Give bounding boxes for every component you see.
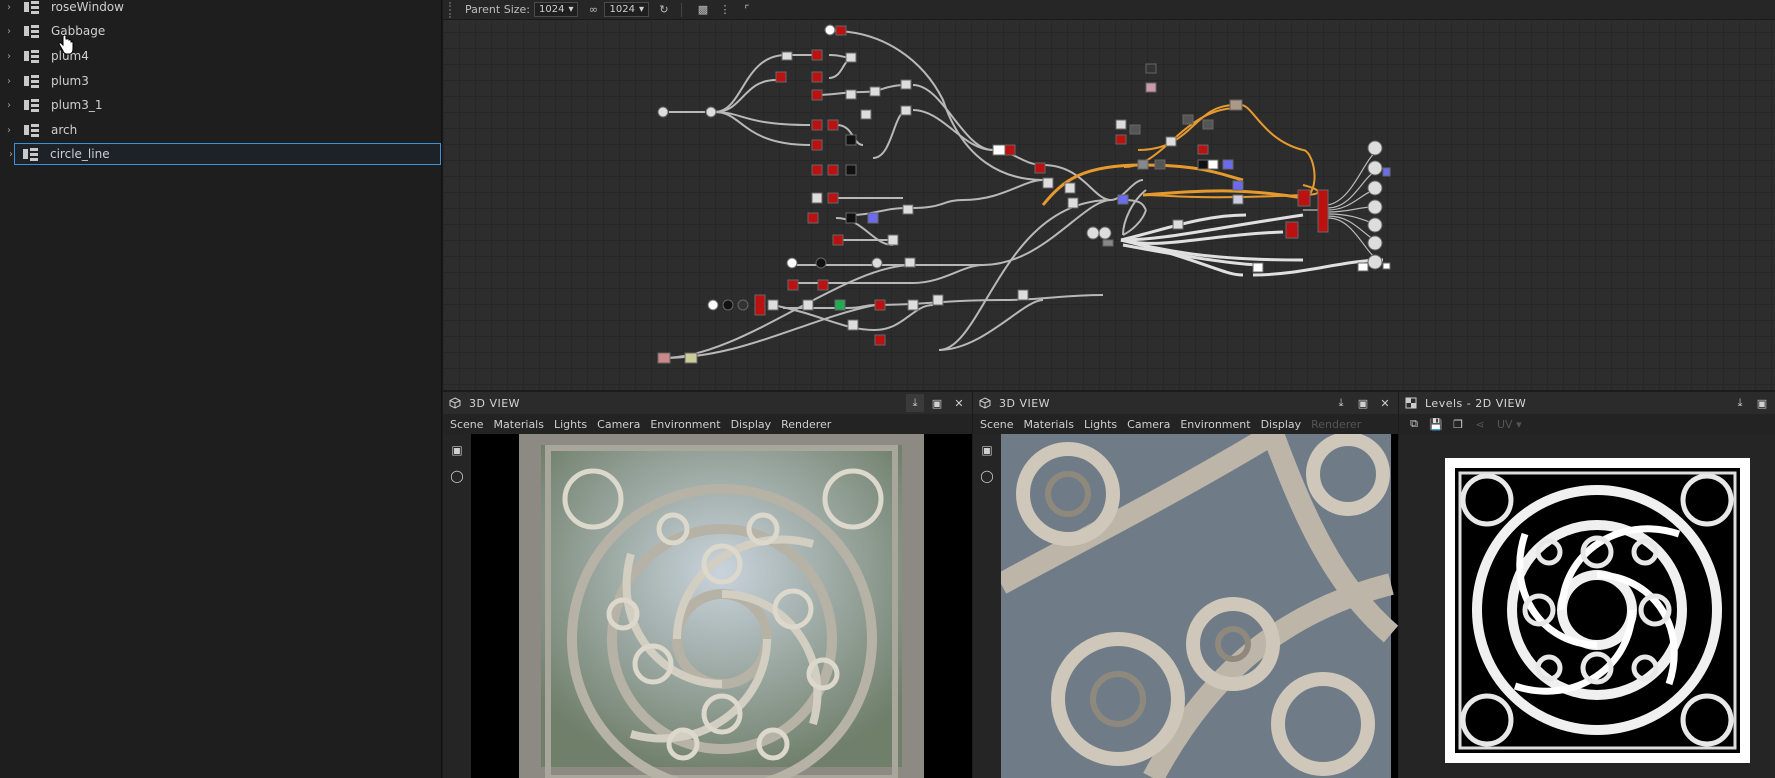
- view-side-toolbar: ▣ ◯: [443, 434, 471, 778]
- menu-camera[interactable]: Camera: [1127, 418, 1170, 431]
- parent-size-label: Parent Size:: [465, 3, 530, 16]
- checker-icon: [1405, 397, 1417, 409]
- graph-icon: [24, 123, 40, 137]
- graph-icon: [24, 74, 40, 88]
- export-icon[interactable]: ⧉: [1407, 417, 1421, 431]
- share-icon[interactable]: ⋖: [1473, 417, 1487, 431]
- align-vertical-icon[interactable]: ⋮: [718, 3, 732, 17]
- camera-icon[interactable]: ▣: [447, 440, 467, 460]
- toolbar-grip-icon[interactable]: [449, 1, 459, 18]
- menu-scene[interactable]: Scene: [980, 418, 1014, 431]
- light-bulb-icon[interactable]: ◯: [447, 466, 467, 486]
- pin-icon[interactable]: ⤓: [1332, 394, 1350, 412]
- 3d-view-panel-2: 3D VIEW ⤓ ▣ ✕ Scene Materials Lights Cam…: [973, 392, 1398, 778]
- menu-environment[interactable]: Environment: [1180, 418, 1250, 431]
- maximize-icon[interactable]: ▣: [1354, 394, 1372, 412]
- chevron-right-icon[interactable]: ›: [2, 51, 16, 62]
- graph-icon: [24, 0, 40, 14]
- panel-header: Levels - 2D VIEW ⤓ ▣: [1399, 392, 1775, 414]
- rose-window-closeup-render: [973, 434, 1398, 778]
- panel-header: 3D VIEW ⤓ ▣ ✕: [443, 392, 972, 414]
- pin-icon[interactable]: ⤓: [906, 394, 924, 412]
- chevron-right-icon[interactable]: ›: [2, 76, 16, 87]
- levels-texture-preview: [1445, 458, 1750, 763]
- parent-size-width-select[interactable]: 1024 ▾: [534, 2, 579, 17]
- 2d-view-panel: Levels - 2D VIEW ⤓ ▣ ⧉ 💾 ❐ ⋖ UV ▾: [1399, 392, 1775, 778]
- graph-editor[interactable]: Parent Size: 1024 ▾ ∞ 1024 ▾ ↻ ▩ ⋮ ⌜: [443, 0, 1775, 390]
- graph-toolbar: Parent Size: 1024 ▾ ∞ 1024 ▾ ↻ ▩ ⋮ ⌜: [443, 0, 1775, 20]
- panel-title: Levels - 2D VIEW: [1425, 396, 1527, 410]
- cube-icon: [979, 397, 991, 409]
- toolbar-separator: [680, 2, 682, 17]
- cube-icon: [449, 397, 461, 409]
- reset-icon[interactable]: ↻: [657, 3, 671, 17]
- light-bulb-icon[interactable]: ◯: [977, 466, 997, 486]
- tree-item-label: arch: [51, 123, 78, 137]
- uv-label: UV: [1497, 417, 1513, 431]
- menu-materials[interactable]: Materials: [494, 418, 544, 431]
- 3d-view-panel-1: 3D VIEW ⤓ ▣ ✕ Scene Materials Lights Cam…: [443, 392, 972, 778]
- chevron-right-icon[interactable]: ›: [2, 125, 16, 136]
- save-icon[interactable]: 💾: [1429, 417, 1443, 431]
- dropdown-arrow-icon: ▾: [568, 4, 574, 15]
- panel-header: 3D VIEW ⤓ ▣ ✕: [973, 392, 1398, 414]
- snap-icon[interactable]: ⌜: [740, 3, 754, 17]
- menu-scene[interactable]: Scene: [450, 418, 484, 431]
- close-icon[interactable]: ✕: [950, 394, 968, 412]
- rose-window-render: [443, 434, 972, 778]
- chevron-right-icon[interactable]: ›: [2, 100, 16, 111]
- chevron-right-icon[interactable]: ›: [4, 149, 18, 160]
- copy-icon[interactable]: ❐: [1451, 417, 1465, 431]
- menu-renderer[interactable]: Renderer: [781, 418, 831, 431]
- chevron-right-icon[interactable]: ›: [2, 26, 16, 37]
- panel-title: 3D VIEW: [999, 396, 1051, 410]
- 2d-viewport[interactable]: [1399, 434, 1775, 778]
- align-horizontal-icon[interactable]: ▩: [696, 3, 710, 17]
- tree-item-arch[interactable]: › arch: [0, 119, 440, 141]
- view-menu-bar: Scene Materials Lights Camera Environmen…: [973, 414, 1398, 434]
- node-graph[interactable]: [443, 20, 1775, 390]
- graph-icon: [24, 98, 40, 112]
- parent-size-height-value: 1024: [609, 4, 635, 15]
- view-menu-bar: Scene Materials Lights Camera Environmen…: [443, 414, 972, 434]
- graph-icon: [23, 147, 39, 161]
- graph-icon: [24, 24, 40, 38]
- tree-item-label: roseWindow: [51, 0, 124, 14]
- maximize-icon[interactable]: ▣: [928, 394, 946, 412]
- chevron-right-icon[interactable]: ›: [2, 2, 16, 13]
- 3d-viewport[interactable]: [973, 434, 1398, 778]
- maximize-icon[interactable]: ▣: [1753, 394, 1771, 412]
- menu-camera[interactable]: Camera: [597, 418, 640, 431]
- graph-icon: [24, 49, 40, 63]
- menu-display[interactable]: Display: [1261, 418, 1302, 431]
- view-side-toolbar: ▣ ◯: [973, 434, 1001, 778]
- link-icon[interactable]: ∞: [586, 3, 600, 17]
- menu-lights[interactable]: Lights: [554, 418, 587, 431]
- close-icon[interactable]: ✕: [1376, 394, 1394, 412]
- menu-lights[interactable]: Lights: [1084, 418, 1117, 431]
- tree-item-label: plum3: [51, 74, 89, 88]
- explorer-panel: › roseWindow › Gabbage › plum4 › plum3 ›…: [0, 0, 442, 778]
- hand-cursor-icon: [58, 35, 74, 55]
- dropdown-arrow-icon: ▾: [638, 4, 644, 15]
- menu-materials[interactable]: Materials: [1024, 418, 1074, 431]
- menu-display[interactable]: Display: [731, 418, 772, 431]
- menu-renderer[interactable]: Renderer: [1311, 418, 1361, 431]
- tree-item-plum3[interactable]: › plum3: [0, 70, 440, 92]
- parent-size-height-select[interactable]: 1024 ▾: [604, 2, 649, 17]
- 2d-view-toolbar: ⧉ 💾 ❐ ⋖ UV ▾: [1399, 414, 1775, 434]
- panel-title: 3D VIEW: [469, 396, 521, 410]
- menu-environment[interactable]: Environment: [650, 418, 720, 431]
- tree-item-label: plum3_1: [51, 98, 103, 112]
- pin-icon[interactable]: ⤓: [1731, 394, 1749, 412]
- parent-size-width-value: 1024: [539, 4, 565, 15]
- tree-item-plum3-1[interactable]: › plum3_1: [0, 94, 440, 116]
- uv-dropdown[interactable]: UV ▾: [1497, 418, 1522, 431]
- tree-item-label: circle_line: [50, 147, 110, 161]
- camera-icon[interactable]: ▣: [977, 440, 997, 460]
- tree-item-circle-line[interactable]: › circle_line: [9, 143, 441, 165]
- tree-item-rosewindow[interactable]: › roseWindow: [0, 0, 440, 18]
- 3d-viewport[interactable]: [443, 434, 972, 778]
